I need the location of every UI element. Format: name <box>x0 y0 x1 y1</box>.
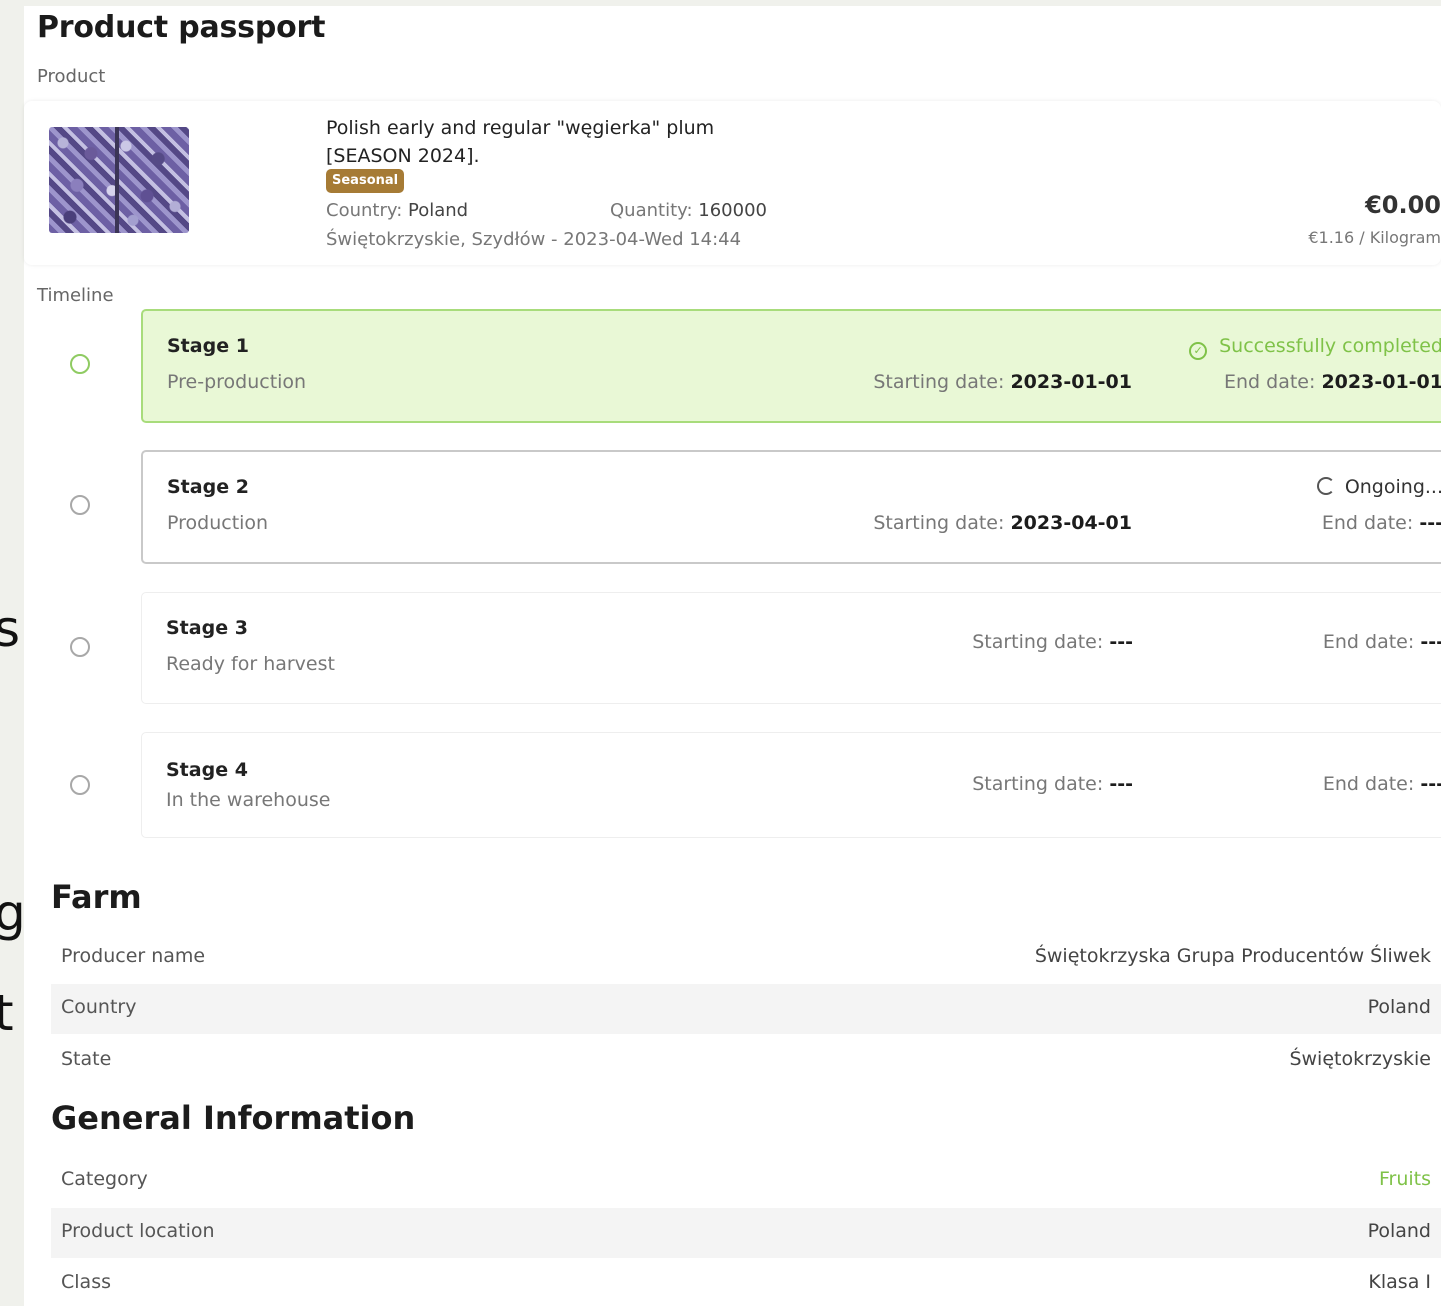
stage-start-date: Starting date: 2023-01-01 <box>873 371 1132 393</box>
category-link[interactable]: Fruits <box>1379 1168 1431 1190</box>
farm-row-country: Country Poland <box>51 984 1441 1034</box>
general-row-class: Class Klasa I <box>51 1259 1441 1309</box>
general-row-location: Product location Poland <box>51 1208 1441 1258</box>
product-price: €0.00 <box>1365 191 1441 219</box>
farm-row-state: State Świętokrzyskie <box>51 1036 1441 1086</box>
stage-radio-4[interactable] <box>70 775 90 795</box>
stage-card-4[interactable]: Stage 4 In the warehouse Starting date: … <box>141 732 1441 838</box>
stage-card-2[interactable]: Stage 2 Production Ongoing... Starting d… <box>141 450 1441 564</box>
product-card[interactable]: Polish early and regular "węgierka" plum… <box>24 101 1441 265</box>
product-unit-price: €1.16 / Kilogram <box>1308 228 1441 247</box>
stage-status: ✓ Successfully completed <box>1189 335 1441 360</box>
stage-subtitle: Ready for harvest <box>166 653 335 675</box>
timeline-section-label: Timeline <box>37 285 114 306</box>
general-information-heading: General Information <box>51 1099 416 1137</box>
stage-start-date: Starting date: --- <box>972 773 1133 795</box>
info-value: Poland <box>1367 996 1431 1018</box>
info-key: State <box>61 1048 112 1070</box>
product-location-date: Świętokrzyskie, Szydłów - 2023-04-Wed 14… <box>326 229 742 250</box>
stage-end-date: End date: --- <box>1321 512 1441 534</box>
info-key: Product location <box>61 1220 215 1242</box>
spinner-icon <box>1316 477 1335 495</box>
stage-subtitle: In the warehouse <box>166 789 331 811</box>
product-quantity: Quantity: 160000 <box>610 200 767 221</box>
info-key: Class <box>61 1271 111 1293</box>
farm-row-producer: Producer name Świętokrzyska Grupa Produc… <box>51 933 1441 983</box>
info-value: Świętokrzyskie <box>1289 1048 1431 1070</box>
stage-start-date: Starting date: 2023-04-01 <box>873 512 1132 534</box>
timeline-stage-2: Stage 2 Production Ongoing... Starting d… <box>24 450 1441 564</box>
stage-card-1[interactable]: Stage 1 Pre-production ✓ Successfully com… <box>141 309 1441 423</box>
stage-end-date: End date: 2023-01-01 <box>1224 371 1441 393</box>
stage-end-date: End date: --- <box>1322 773 1441 795</box>
info-value: Klasa I <box>1368 1271 1431 1293</box>
stage-subtitle: Production <box>167 512 269 534</box>
stage-title: Stage 2 <box>167 476 249 498</box>
stage-radio-3[interactable] <box>70 637 90 657</box>
stage-end-date: End date: --- <box>1322 631 1441 653</box>
info-key: Category <box>61 1168 148 1190</box>
product-image <box>49 127 189 233</box>
general-row-category: Category Fruits <box>51 1156 1441 1206</box>
background-text-fragment: t <box>0 984 14 1042</box>
check-circle-icon: ✓ <box>1189 342 1208 360</box>
info-key: Country <box>61 996 137 1018</box>
product-section-label: Product <box>37 66 106 87</box>
left-background-strip: s g t <box>0 0 24 1306</box>
stage-title: Stage 1 <box>167 335 249 357</box>
info-value: Świętokrzyska Grupa Producentów Śliwek <box>1034 945 1431 967</box>
background-text-fragment: g <box>0 884 24 942</box>
stage-title: Stage 3 <box>166 617 248 639</box>
product-name: Polish early and regular "węgierka" plum… <box>326 117 715 167</box>
stage-start-date: Starting date: --- <box>972 631 1133 653</box>
seasonal-badge: Seasonal <box>326 169 405 193</box>
stage-status: Ongoing... <box>1316 476 1441 498</box>
product-passport-page: Product passport Product Polish early an… <box>24 6 1441 1306</box>
info-value: Poland <box>1367 1220 1431 1242</box>
timeline-stage-1: Stage 1 Pre-production ✓ Successfully com… <box>24 309 1441 423</box>
timeline-stage-4: Stage 4 In the warehouse Starting date: … <box>24 732 1441 838</box>
stage-radio-2[interactable] <box>70 495 90 515</box>
stage-subtitle: Pre-production <box>167 371 307 393</box>
background-text-fragment: s <box>0 600 21 658</box>
stage-title: Stage 4 <box>166 759 248 781</box>
farm-heading: Farm <box>51 878 142 916</box>
product-country: Country: Poland <box>326 200 469 221</box>
info-key: Producer name <box>61 945 206 967</box>
page-title: Product passport <box>37 10 326 45</box>
stage-radio-1[interactable] <box>70 354 90 374</box>
stage-card-3[interactable]: Stage 3 Ready for harvest Starting date:… <box>141 592 1441 704</box>
timeline-stage-3: Stage 3 Ready for harvest Starting date:… <box>24 592 1441 704</box>
